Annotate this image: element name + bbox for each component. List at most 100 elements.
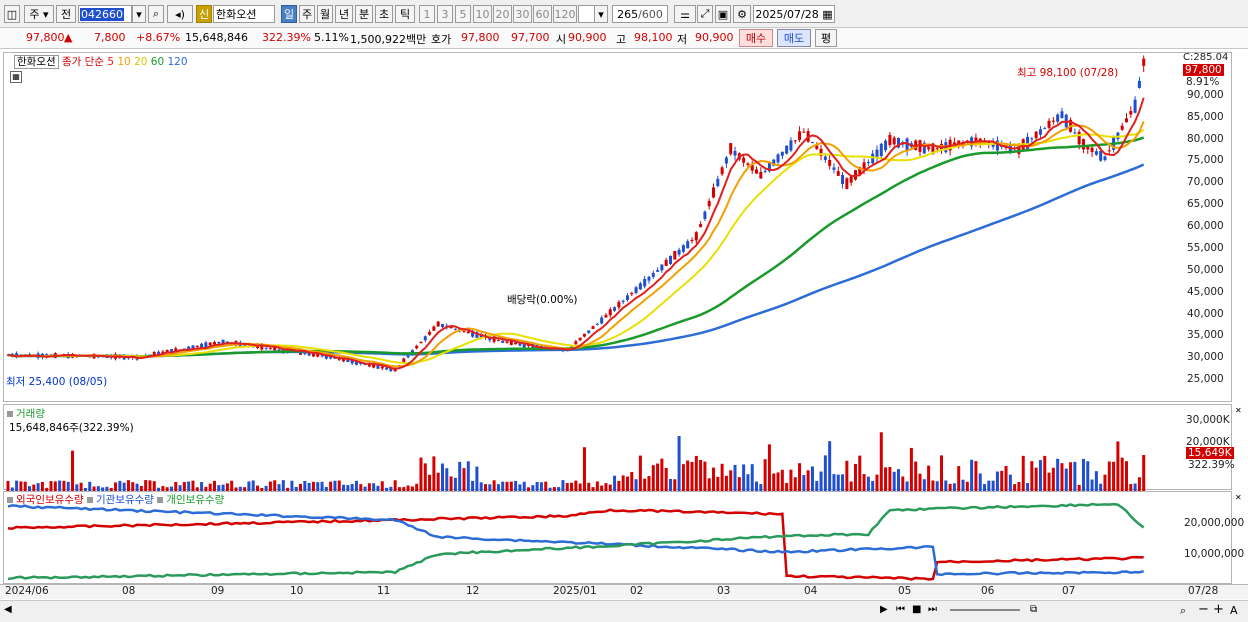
- scroll-bar[interactable]: ◀ ▶ ⏮ ■ ⏭ ⧉ ⌕ − + A: [0, 600, 1248, 622]
- code-dropdown-button[interactable]: ▾: [132, 5, 146, 23]
- sound-icon[interactable]: ◂): [167, 5, 193, 23]
- candle-body: [630, 292, 634, 295]
- tab-tick-label: 틱: [399, 8, 411, 21]
- chart-type-icon[interactable]: ⚌: [674, 5, 696, 23]
- zoom-out-icon[interactable]: −: [1198, 602, 1209, 617]
- volume-bar: [884, 467, 888, 491]
- candle-body: [647, 276, 651, 281]
- first-page-icon[interactable]: ⏮: [896, 604, 905, 615]
- volume-bar: [613, 475, 617, 491]
- candle-body: [1133, 99, 1137, 113]
- candle-body: [888, 134, 892, 145]
- volume-bar: [664, 467, 668, 491]
- interval-60[interactable]: 60: [533, 5, 552, 23]
- calendar-icon: ▦: [822, 7, 833, 21]
- date-input[interactable]: 2025/07/28 ▦: [753, 5, 835, 23]
- legend-ma60: 60: [150, 56, 165, 68]
- holdings-panel[interactable]: 외국인보유수량 기관보유수량 개인보유수량: [3, 491, 1232, 584]
- volume-bar: [647, 476, 651, 491]
- interval-10[interactable]: 10: [473, 5, 492, 23]
- volume-close-icon[interactable]: ✕: [1235, 406, 1242, 415]
- candle-body: [268, 348, 272, 350]
- tab-month[interactable]: 월: [317, 5, 333, 23]
- tab-day[interactable]: 일: [281, 5, 297, 23]
- tab-minute[interactable]: 분: [355, 5, 373, 23]
- search-icon[interactable]: ⌕: [148, 5, 164, 23]
- volume-bar: [1129, 483, 1133, 491]
- volume-bar: [866, 476, 870, 491]
- candle-body: [634, 287, 638, 294]
- x-label: 10: [290, 585, 304, 597]
- volume-bar: [1000, 470, 1004, 491]
- volume-bar: [1116, 441, 1120, 491]
- zoom-in-icon[interactable]: +: [1213, 602, 1224, 617]
- buy-button[interactable]: 매수: [739, 29, 773, 47]
- candle-body: [793, 140, 797, 142]
- period-select[interactable]: 주 ▾: [24, 5, 54, 23]
- volume-bar: [673, 479, 677, 491]
- eval-button[interactable]: 평: [815, 29, 837, 47]
- save-icon[interactable]: ▣: [715, 5, 731, 23]
- candle-body: [591, 326, 595, 329]
- tab-tick[interactable]: 틱: [395, 5, 415, 23]
- candle-body: [1103, 156, 1107, 160]
- zoom-slider[interactable]: [950, 609, 1020, 611]
- ma60-line: [7, 136, 1145, 358]
- candle-body: [578, 337, 582, 341]
- candle-body: [716, 178, 720, 187]
- scroll-right-icon[interactable]: ▶: [880, 604, 888, 615]
- volume-panel[interactable]: 거래량 15,648,846주(322.39%): [3, 404, 1232, 491]
- scroll-left-icon[interactable]: ◀: [4, 604, 12, 615]
- price-panel[interactable]: 한화오션 종가 단순 5 10 20 60 120 ▦ 최고 98,100 (0…: [3, 52, 1232, 402]
- interval-30[interactable]: 30: [513, 5, 532, 23]
- interval-120[interactable]: 120: [553, 5, 577, 23]
- volume-bar: [1047, 472, 1051, 491]
- tools-icon[interactable]: ⧉: [1030, 604, 1037, 615]
- stock-code-input[interactable]: 042660: [78, 5, 132, 23]
- tab-second[interactable]: 초: [375, 5, 393, 23]
- last-price-tag: 97,800: [1183, 64, 1224, 76]
- stop-icon[interactable]: ■: [912, 604, 921, 615]
- draw-tool-icon[interactable]: ⤢: [697, 5, 713, 23]
- candle-body: [380, 366, 384, 369]
- volume-bar: [901, 476, 905, 491]
- candle-body: [1051, 120, 1055, 122]
- interval-20[interactable]: 20: [493, 5, 512, 23]
- volume-bar: [393, 480, 397, 491]
- candle-body: [823, 156, 827, 160]
- volume-bar: [1008, 474, 1012, 491]
- holdings-close-icon[interactable]: ✕: [1235, 493, 1242, 502]
- last-page-icon[interactable]: ⏭: [928, 604, 937, 615]
- volume-bar: [651, 465, 655, 491]
- candle-body: [406, 355, 410, 358]
- count-input[interactable]: 265/600: [612, 5, 668, 23]
- candle-body: [733, 150, 737, 156]
- legend-ma-label: 종가 단순: [61, 56, 104, 68]
- volume-bar: [212, 480, 216, 491]
- zoom-icon[interactable]: ⌕: [1180, 604, 1186, 618]
- candle-body: [935, 148, 939, 150]
- volume-bar: [810, 466, 814, 491]
- price-y-tick: 70,000: [1187, 176, 1224, 189]
- tab-year[interactable]: 년: [335, 5, 353, 23]
- volume-bar: [40, 481, 44, 491]
- interval-3[interactable]: 3: [437, 5, 453, 23]
- interval-30-label: 30: [515, 7, 530, 21]
- volume-bar: [737, 477, 741, 491]
- price-y-tick: 75,000: [1187, 154, 1224, 167]
- layout-icon[interactable]: ◫: [4, 5, 20, 23]
- sell-button[interactable]: 매도: [777, 29, 811, 47]
- prev-button[interactable]: 전: [56, 5, 76, 23]
- font-size-icon[interactable]: A: [1230, 604, 1238, 617]
- ma120-line: [7, 163, 1145, 358]
- volume-bar: [49, 481, 53, 491]
- candle-body: [608, 309, 612, 316]
- gear-icon[interactable]: ⚙: [733, 5, 751, 23]
- interval-dropdown-button[interactable]: ▾: [594, 5, 608, 23]
- candle-body: [720, 167, 724, 175]
- interval-1[interactable]: 1: [419, 5, 435, 23]
- x-label: 12: [466, 585, 480, 597]
- table-icon[interactable]: ▦: [10, 71, 22, 83]
- tab-week[interactable]: 주: [299, 5, 315, 23]
- interval-5[interactable]: 5: [455, 5, 471, 23]
